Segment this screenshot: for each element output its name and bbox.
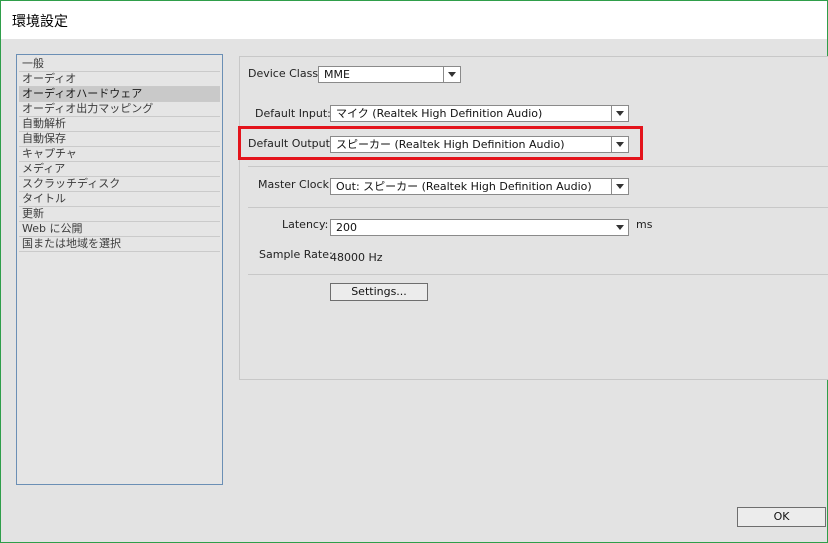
- preferences-category-list[interactable]: 一般 オーディオ オーディオハードウェア オーディオ出力マッピング 自動解析 自動保存 キャ…: [16, 54, 223, 485]
- sidebar-item[interactable]: 一般: [19, 57, 220, 72]
- default-input-dropdown[interactable]: マイク (Realtek High Definition Audio): [330, 105, 629, 122]
- sidebar-item[interactable]: メディア: [19, 162, 220, 177]
- master-clock-label: Master Clock:: [258, 178, 333, 191]
- divider: [248, 166, 828, 167]
- chevron-down-icon: [611, 106, 628, 121]
- chevron-down-icon: [443, 67, 460, 82]
- latency-dropdown[interactable]: 200: [330, 219, 629, 236]
- latency-unit: ms: [636, 218, 653, 231]
- latency-label: Latency:: [282, 218, 329, 231]
- master-clock-value: Out: スピーカー (Realtek High Definition Audi…: [336, 180, 592, 193]
- sidebar-item[interactable]: スクラッチディスク: [19, 177, 220, 192]
- sidebar-item[interactable]: 国または地域を選択: [19, 237, 220, 252]
- divider: [248, 207, 828, 208]
- device-class-value: MME: [324, 68, 350, 81]
- category-list: 一般 オーディオ オーディオハードウェア オーディオ出力マッピング 自動解析 自動保存 キャ…: [19, 57, 220, 252]
- device-class-dropdown[interactable]: MME: [318, 66, 461, 83]
- sidebar-item[interactable]: 更新: [19, 207, 220, 222]
- sample-rate-label: Sample Rate:: [259, 248, 333, 261]
- latency-value: 200: [336, 221, 357, 234]
- title-bar: 環境設定: [0, 0, 828, 39]
- chevron-down-icon: [611, 179, 628, 194]
- divider: [248, 274, 828, 275]
- sample-rate-value: 48000 Hz: [330, 251, 383, 264]
- default-input-label: Default Input:: [255, 107, 331, 120]
- sidebar-item[interactable]: タイトル: [19, 192, 220, 207]
- sidebar-item[interactable]: Web に公開: [19, 222, 220, 237]
- sidebar-item[interactable]: キャプチャ: [19, 147, 220, 162]
- settings-button[interactable]: Settings...: [330, 283, 428, 301]
- sidebar-item[interactable]: 自動解析: [19, 117, 220, 132]
- default-output-highlight-box: [238, 126, 643, 160]
- sidebar-item[interactable]: 自動保存: [19, 132, 220, 147]
- sidebar-item[interactable]: オーディオ: [19, 72, 220, 87]
- master-clock-dropdown[interactable]: Out: スピーカー (Realtek High Definition Audi…: [330, 178, 629, 195]
- default-input-value: マイク (Realtek High Definition Audio): [336, 107, 543, 120]
- sidebar-item[interactable]: オーディオハードウェア: [19, 87, 220, 102]
- chevron-down-icon: [612, 220, 628, 235]
- device-class-label: Device Class:: [248, 67, 322, 80]
- sidebar-item[interactable]: オーディオ出力マッピング: [19, 102, 220, 117]
- window-border-left: [0, 38, 1, 543]
- ok-button[interactable]: OK: [737, 507, 826, 527]
- window-title: 環境設定: [12, 14, 68, 30]
